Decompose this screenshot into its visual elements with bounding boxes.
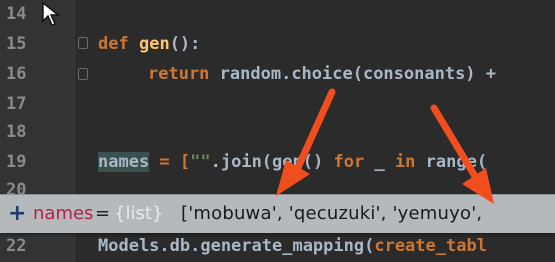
tooltip-type: {list} (114, 203, 164, 224)
code-line-15: 15 def gen(): (0, 30, 555, 58)
code-expression: range( (425, 152, 488, 172)
keyword-for: for (333, 152, 365, 172)
code-expression: .join(gen() (210, 152, 324, 172)
keyword-def: def (98, 34, 129, 54)
keyword-in: in (394, 152, 416, 172)
code-expression: Models.db.generate_mapping( (98, 236, 375, 256)
tooltip-value: ['mobuwa', 'qecuzuki', 'yemuyo', (181, 203, 483, 224)
code-expression: random.choice(consonants) + (219, 64, 497, 84)
code-line-16: 16 return random.choice(consonants) + (0, 60, 555, 88)
code-editor[interactable]: 14 15 def gen(): 16 return random.choice… (0, 0, 555, 262)
code-expression: _ (374, 152, 385, 172)
line-number: 17 (6, 94, 27, 114)
fold-icon[interactable] (78, 68, 88, 80)
debug-value-tooltip[interactable]: + names = {list} ['mobuwa', 'qecuzuki', … (0, 195, 555, 233)
tooltip-equals: = (95, 203, 111, 224)
line-number: 22 (6, 236, 27, 256)
line-number: 14 (6, 4, 27, 24)
code-line-17: 17 (0, 90, 555, 118)
code-text: return random.choice(consonants) + (148, 60, 496, 88)
line-number: 16 (6, 64, 27, 84)
line-number: 18 (6, 122, 27, 142)
code-text: names = ["".join(gen() for _ in range( (98, 148, 487, 176)
expand-icon[interactable]: + (8, 195, 26, 233)
fold-icon[interactable] (78, 37, 88, 49)
tooltip-variable: names (33, 203, 94, 224)
variable-names: names (98, 152, 150, 172)
code-punctuation: = [ (149, 152, 191, 172)
string-literal: "" (190, 152, 211, 172)
cursor-icon (42, 1, 60, 26)
code-argument: create_tabl (374, 236, 487, 256)
code-text: def gen(): (98, 30, 200, 58)
code-punctuation: (): (169, 34, 201, 54)
code-text: Models.db.generate_mapping(create_tabl (98, 232, 487, 260)
code-line-14: 14 (0, 0, 555, 28)
line-number: 19 (6, 152, 27, 172)
line-number: 15 (6, 34, 27, 54)
function-name: gen (138, 34, 170, 54)
code-line-22: 22 Models.db.generate_mapping(create_tab… (0, 232, 555, 260)
code-line-19: 19 names = ["".join(gen() for _ in range… (0, 148, 555, 176)
code-line-18: 18 (0, 118, 555, 146)
keyword-return: return (148, 64, 210, 84)
